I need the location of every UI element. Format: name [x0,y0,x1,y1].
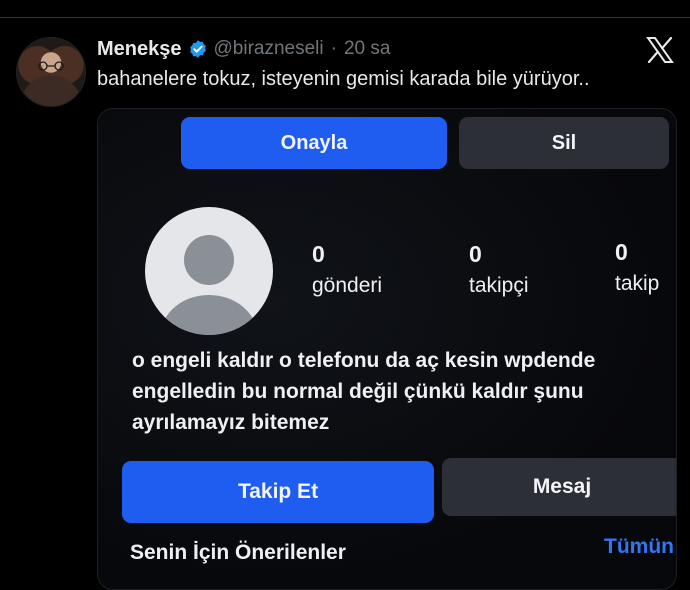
stat-posts-value: 0 [312,241,325,267]
display-name[interactable]: Menekşe [97,38,182,61]
avatar-body-shape [161,295,257,335]
approve-button[interactable]: Onayla [181,117,447,169]
stat-followers[interactable]: 0 takipçi [469,241,529,298]
avatar-head-shape [184,235,234,285]
bio-line: ayrılamayız bitemez [132,411,330,434]
stat-posts[interactable]: 0 gönderi [312,241,382,298]
default-profile-avatar [145,207,273,335]
stat-following-value: 0 [615,239,628,265]
verified-badge-icon [189,40,206,58]
tweet-timestamp[interactable]: 20 sa [344,38,390,60]
stat-followers-value: 0 [469,241,482,267]
user-handle[interactable]: @birazneseli [214,38,324,60]
bio-line: o engeli kaldır o telefonu da aç kesin w… [132,349,596,372]
stat-following[interactable]: 0 takip [615,239,659,296]
x-logo-icon[interactable] [646,37,674,63]
stat-posts-label: gönderi [312,274,383,297]
suggestions-title: Senin İçin Önerilenler [130,541,346,564]
user-avatar[interactable] [16,37,86,107]
stat-followers-label: takipçi [469,274,529,297]
follow-button[interactable]: Takip Et [122,461,434,523]
message-button[interactable]: Mesaj [442,458,676,516]
profile-bio: o engeli kaldır o telefonu da aç kesin w… [132,345,662,438]
delete-button[interactable]: Sil [459,117,669,169]
tweet-header: Menekşe @birazneseli · 20 sa [97,35,390,63]
tweet-text: bahanelere tokuz, isteyenin gemisi karad… [97,68,590,90]
see-all-link[interactable]: Tümün [604,535,674,559]
header-separator: · [330,38,337,59]
tweet-media-image[interactable]: Onayla Sil 0 gönderi 0 takipçi 0 takip o… [97,108,677,590]
stat-following-label: takip [615,272,660,295]
bio-line: engelledin bu normal değil çünkü kaldır … [132,380,584,403]
top-divider [0,17,690,18]
avatar-glasses-icon [38,61,64,71]
